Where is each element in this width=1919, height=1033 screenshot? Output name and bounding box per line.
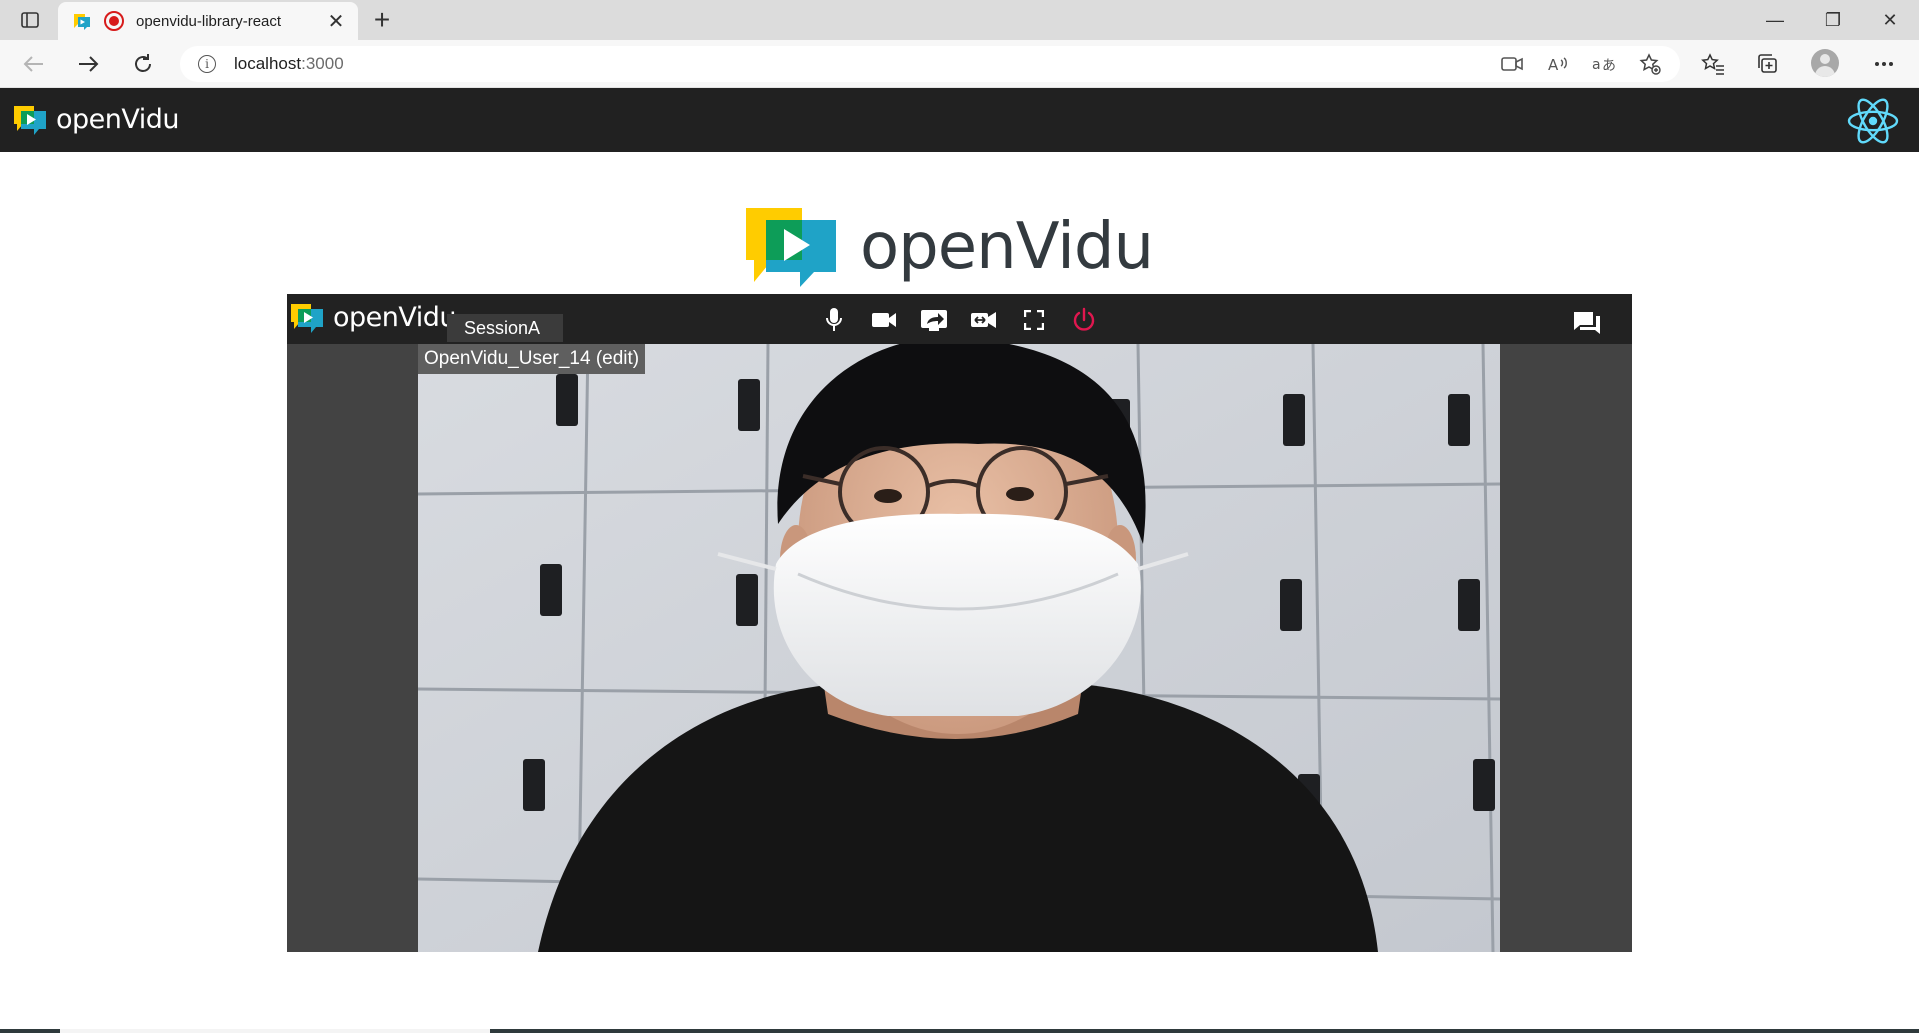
profile-icon[interactable] <box>1811 49 1839 77</box>
tab-close-icon[interactable]: ✕ <box>324 9 348 33</box>
app-header: openVidu <box>0 88 1919 152</box>
favorites-icon[interactable] <box>1697 48 1729 80</box>
screen-share-button[interactable] <box>917 303 951 337</box>
header-logo[interactable]: openVidu <box>12 102 180 136</box>
participant-video <box>418 344 1500 952</box>
new-tab-button[interactable]: + <box>366 4 398 36</box>
back-icon <box>23 56 43 72</box>
svg-text:A: A <box>1548 56 1559 73</box>
fullscreen-button[interactable] <box>1017 303 1051 337</box>
browser-tab-strip: openvidu-library-react ✕ + — ❐ ✕ <box>0 0 1919 40</box>
refresh-icon <box>135 54 151 72</box>
chat-button[interactable] <box>1570 306 1604 340</box>
leave-session-button[interactable] <box>1067 303 1101 337</box>
react-icon <box>1847 98 1899 144</box>
camera-icon <box>872 313 896 327</box>
room-toolbar: openVidu SessionA <box>287 294 1632 344</box>
screen-share-icon <box>921 310 947 331</box>
minimize-button[interactable]: — <box>1747 0 1803 40</box>
leave-session-icon <box>1073 307 1095 331</box>
room-logo: openVidu <box>289 300 457 334</box>
hero-logo-text: openVidu <box>860 210 1154 284</box>
openvidu-logo-icon <box>14 106 46 135</box>
video-room: openVidu SessionA OpenVidu_User_14 (edit… <box>287 294 1632 952</box>
site-info-icon[interactable]: i <box>198 55 216 73</box>
add-favorite-icon[interactable] <box>1634 48 1666 80</box>
read-aloud-icon[interactable]: A <box>1542 48 1574 80</box>
switch-camera-icon <box>971 312 996 328</box>
recording-icon <box>104 11 124 31</box>
address-bar[interactable]: i localhost:3000 <box>180 46 1680 82</box>
hero-logo: openVidu <box>744 206 1154 288</box>
translate-icon[interactable]: aあ <box>1588 48 1620 80</box>
browser-tab-active[interactable]: openvidu-library-react ✕ <box>58 2 358 40</box>
svg-text:あ: あ <box>1602 58 1616 73</box>
microphone-icon <box>826 308 842 331</box>
camera-in-use-icon[interactable] <box>1496 48 1528 80</box>
session-name: SessionA <box>447 314 563 342</box>
header-logo-text: openVidu <box>56 103 180 135</box>
openvidu-room-logo-icon <box>291 304 323 333</box>
camera-feed-image <box>418 344 1500 952</box>
participant-nickname[interactable]: OpenVidu_User_14 (edit) <box>418 344 646 374</box>
tab-title: openvidu-library-react <box>136 12 282 30</box>
fullscreen-icon <box>1024 310 1044 330</box>
openvidu-favicon-icon <box>72 11 92 31</box>
forward-button[interactable] <box>70 46 106 82</box>
back-button[interactable] <box>16 46 52 82</box>
tab-actions-icon[interactable] <box>14 6 46 34</box>
microphone-button[interactable] <box>817 303 851 337</box>
browser-toolbar: i localhost:3000 A aあ <box>0 40 1919 88</box>
collections-icon[interactable] <box>1752 48 1784 80</box>
restore-button[interactable]: ❐ <box>1805 0 1861 40</box>
chat-icon <box>1574 312 1600 334</box>
camera-button[interactable] <box>867 303 901 337</box>
forward-icon <box>79 56 99 72</box>
url-text: localhost:3000 <box>234 54 344 73</box>
openvidu-hero-logo-icon <box>746 208 836 287</box>
window-close-button[interactable]: ✕ <box>1862 0 1918 40</box>
switch-camera-button[interactable] <box>967 303 1001 337</box>
room-logo-text: openVidu <box>333 301 457 333</box>
taskbar-edge <box>0 1029 1919 1033</box>
svg-text:a: a <box>1592 57 1601 73</box>
more-icon[interactable] <box>1868 48 1900 80</box>
refresh-button[interactable] <box>125 46 161 82</box>
